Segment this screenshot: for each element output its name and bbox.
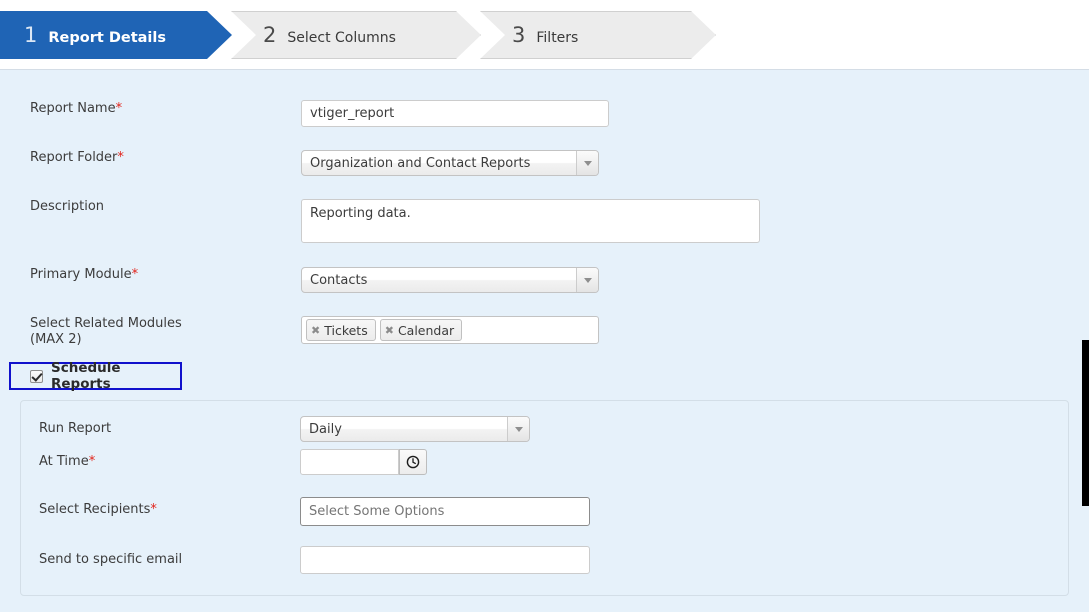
primary-module-select[interactable]: Contacts — [301, 267, 599, 293]
clock-icon-button[interactable] — [399, 449, 427, 475]
related-module-token[interactable]: ✖ Tickets — [306, 319, 376, 341]
required-asterisk: * — [117, 150, 124, 165]
wizard-step-label: Report Details — [48, 30, 167, 46]
wizard-steps: 1 Report Details 2 Select Columns 3 Filt… — [0, 11, 1089, 59]
related-modules-label: Select Related Modules (MAX 2) — [30, 316, 182, 347]
report-folder-label: Report Folder* — [30, 150, 124, 165]
wizard-step-filters[interactable]: 3 Filters — [480, 11, 716, 59]
primary-module-label: Primary Module* — [30, 267, 139, 282]
wizard-step-number: 3 — [512, 23, 526, 47]
report-name-label: Report Name* — [30, 101, 123, 116]
required-asterisk: * — [150, 502, 157, 517]
required-asterisk: * — [115, 101, 123, 116]
clock-icon — [406, 455, 420, 469]
required-asterisk: * — [131, 267, 139, 282]
select-recipients-label: Select Recipients* — [39, 502, 157, 517]
report-folder-value: Organization and Contact Reports — [310, 155, 531, 171]
schedule-reports-checkbox[interactable] — [30, 369, 43, 383]
related-module-token[interactable]: ✖ Calendar — [379, 319, 463, 341]
run-report-select[interactable]: Daily — [300, 416, 530, 442]
chevron-down-icon[interactable] — [576, 268, 598, 292]
token-label: Tickets — [324, 322, 368, 338]
send-to-specific-email-input[interactable] — [300, 546, 590, 574]
required-asterisk: * — [88, 454, 96, 469]
vertical-scrollbar-thumb[interactable] — [1082, 340, 1089, 506]
chevron-down-icon[interactable] — [507, 417, 529, 441]
primary-module-value: Contacts — [310, 272, 368, 288]
schedule-reports-checkbox-group[interactable]: Schedule Reports — [9, 360, 182, 392]
wizard-step-label: Filters — [536, 30, 579, 46]
description-label: Description — [30, 199, 105, 214]
token-label: Calendar — [397, 322, 455, 338]
related-modules-tokenfield[interactable]: ✖ Tickets ✖ Calendar — [301, 316, 599, 344]
send-to-specific-email-label: Send to specific email — [39, 552, 183, 567]
wizard-step-select-columns[interactable]: 2 Select Columns — [231, 11, 481, 59]
remove-token-icon[interactable]: ✖ — [385, 325, 394, 336]
wizard-step-report-details[interactable]: 1 Report Details — [0, 11, 232, 59]
remove-token-icon[interactable]: ✖ — [311, 325, 320, 336]
wizard-step-number: 2 — [263, 23, 277, 47]
at-time-label: At Time* — [39, 454, 96, 469]
schedule-reports-label: Schedule Reports — [51, 360, 121, 392]
description-textarea[interactable] — [301, 199, 760, 243]
report-folder-select[interactable]: Organization and Contact Reports — [301, 150, 599, 176]
run-report-value: Daily — [309, 421, 342, 437]
wizard-step-number: 1 — [24, 23, 38, 47]
report-name-input[interactable] — [301, 100, 609, 127]
select-recipients-input[interactable] — [300, 497, 590, 526]
wizard-step-label: Select Columns — [287, 30, 396, 46]
run-report-label: Run Report — [39, 421, 112, 436]
chevron-down-icon[interactable] — [576, 151, 598, 175]
at-time-input[interactable] — [300, 449, 399, 475]
